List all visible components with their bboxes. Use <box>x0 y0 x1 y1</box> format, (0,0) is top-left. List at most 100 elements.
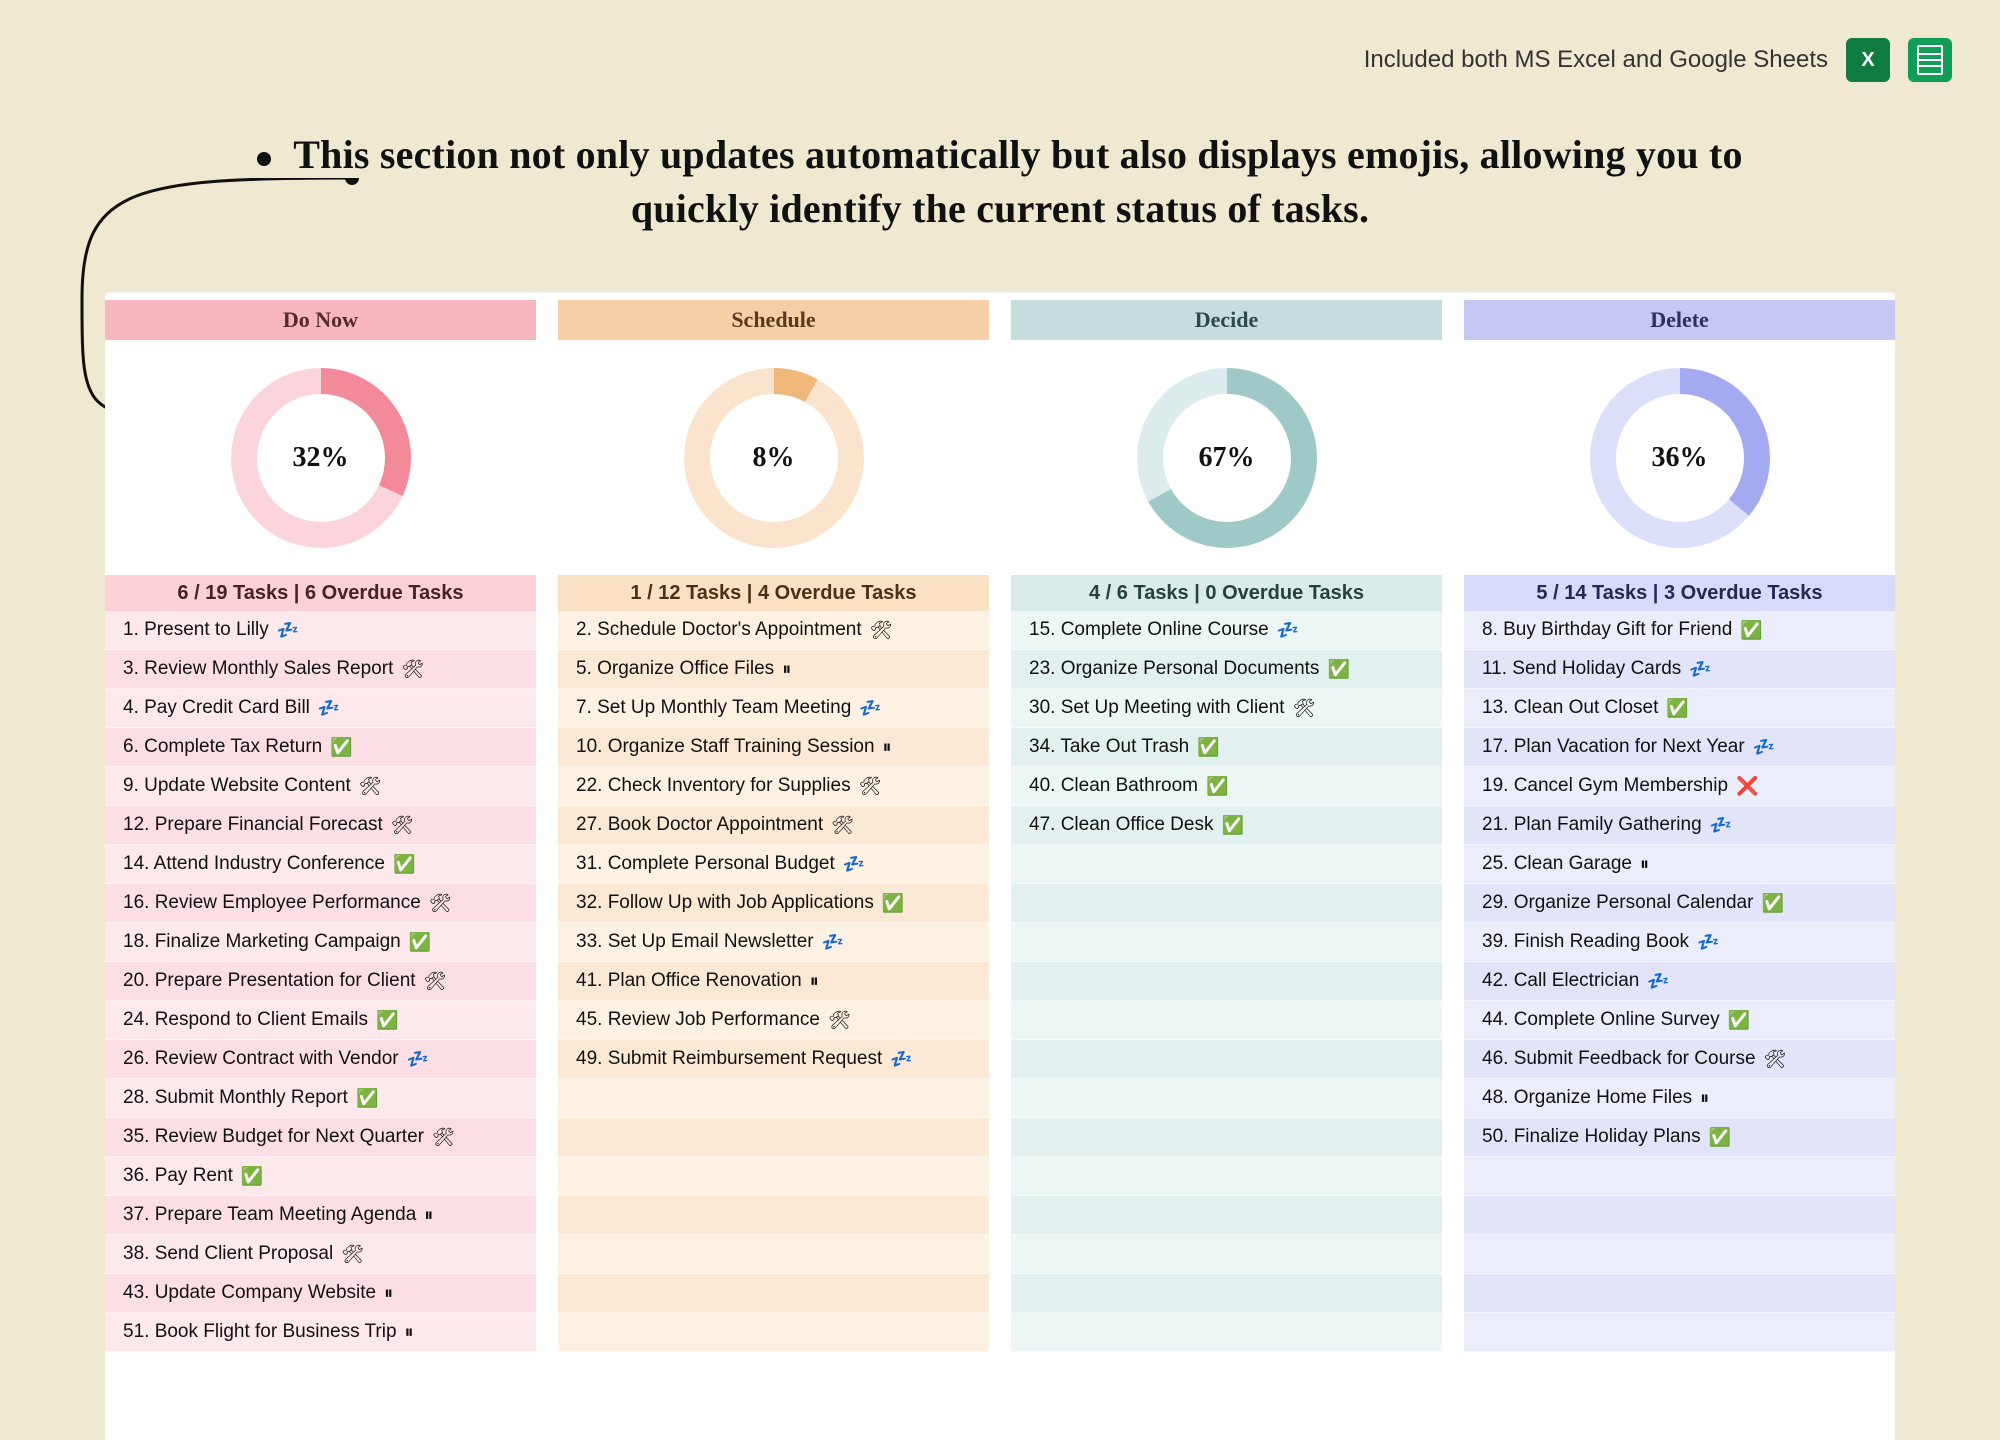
task-row[interactable]: 22. Check Inventory for Supplies 🛠 <box>558 767 989 806</box>
task-row[interactable]: 35. Review Budget for Next Quarter🛠 <box>105 1118 536 1157</box>
task-text: 47. Clean Office Desk <box>1029 814 1213 836</box>
task-row[interactable]: 26. Review Contract with Vendor💤 <box>105 1040 536 1079</box>
task-row[interactable]: 32. Follow Up with Job Applications✅ <box>558 884 989 923</box>
task-row[interactable]: 45. Review Job Performance🛠 <box>558 1001 989 1040</box>
task-row[interactable]: 14. Attend Industry Conference✅ <box>105 845 536 884</box>
task-list: 15. Complete Online Course💤23. Organize … <box>1011 611 1442 1440</box>
pause-icon: ⏸ <box>424 1205 433 1226</box>
task-text: 18. Finalize Marketing Campaign <box>123 931 401 953</box>
task-row <box>558 1313 989 1352</box>
task-row <box>1011 884 1442 923</box>
task-row[interactable]: 33. Set Up Email Newsletter💤 <box>558 923 989 962</box>
task-text: 4. Pay Credit Card Bill <box>123 697 310 719</box>
task-row[interactable]: 34. Take Out Trash✅ <box>1011 728 1442 767</box>
task-row <box>1464 1313 1895 1352</box>
task-text: 6. Complete Tax Return <box>123 736 322 758</box>
task-row[interactable]: 27. Book Doctor Appointment🛠 <box>558 806 989 845</box>
task-row[interactable]: 48. Organize Home Files ⏸ <box>1464 1079 1895 1118</box>
task-row[interactable]: 42. Call Electrician💤 <box>1464 962 1895 1001</box>
task-row[interactable]: 38. Send Client Proposal🛠 <box>105 1235 536 1274</box>
task-row[interactable]: 29. Organize Personal Calendar✅ <box>1464 884 1895 923</box>
task-text: 31. Complete Personal Budget <box>576 853 835 875</box>
topbar: Included both MS Excel and Google Sheets… <box>1364 38 1952 82</box>
task-text: 3. Review Monthly Sales Report <box>123 658 393 680</box>
task-row[interactable]: 6. Complete Tax Return✅ <box>105 728 536 767</box>
task-row[interactable]: 23. Organize Personal Documents✅ <box>1011 650 1442 689</box>
tools-icon: 🛠 <box>1764 1049 1787 1070</box>
task-row[interactable]: 12. Prepare Financial Forecast🛠 <box>105 806 536 845</box>
check-icon: ✅ <box>1197 737 1219 758</box>
task-row[interactable]: 19. Cancel Gym Membership ❌ <box>1464 767 1895 806</box>
task-row[interactable]: 20. Prepare Presentation for Client🛠 <box>105 962 536 1001</box>
task-row[interactable]: 18. Finalize Marketing Campaign✅ <box>105 923 536 962</box>
task-list: 8. Buy Birthday Gift for Friend✅11. Send… <box>1464 611 1895 1440</box>
task-list: 2. Schedule Doctor's Appointment🛠5. Orga… <box>558 611 989 1440</box>
task-row[interactable]: 10. Organize Staff Training Session⏸ <box>558 728 989 767</box>
task-row[interactable]: 7. Set Up Monthly Team Meeting💤 <box>558 689 989 728</box>
task-text: 42. Call Electrician <box>1482 970 1639 992</box>
task-row <box>1464 1274 1895 1313</box>
check-icon: ✅ <box>241 1166 263 1187</box>
task-row[interactable]: 31. Complete Personal Budget💤 <box>558 845 989 884</box>
task-text: 41. Plan Office Renovation <box>576 970 802 992</box>
task-row[interactable]: 16. Review Employee Performance🛠 <box>105 884 536 923</box>
task-row[interactable]: 17. Plan Vacation for Next Year💤 <box>1464 728 1895 767</box>
task-row[interactable]: 50. Finalize Holiday Plans✅ <box>1464 1118 1895 1157</box>
task-list: 1. Present to Lilly💤3. Review Monthly Sa… <box>105 611 536 1440</box>
task-row[interactable]: 43. Update Company Website⏸ <box>105 1274 536 1313</box>
task-row[interactable]: 41. Plan Office Renovation⏸ <box>558 962 989 1001</box>
task-row[interactable]: 39. Finish Reading Book💤 <box>1464 923 1895 962</box>
task-row[interactable]: 4. Pay Credit Card Bill💤 <box>105 689 536 728</box>
task-row[interactable]: 28. Submit Monthly Report✅ <box>105 1079 536 1118</box>
sleep-icon: 💤 <box>277 620 299 641</box>
check-icon: ✅ <box>1666 698 1688 719</box>
task-text: 22. Check Inventory for Supplies <box>576 775 851 797</box>
task-row[interactable]: 47. Clean Office Desk✅ <box>1011 806 1442 845</box>
task-row[interactable]: 51. Book Flight for Business Trip⏸ <box>105 1313 536 1352</box>
tools-icon: 🛠 <box>859 776 882 797</box>
task-row[interactable]: 36. Pay Rent✅ <box>105 1157 536 1196</box>
task-row[interactable]: 37. Prepare Team Meeting Agenda⏸ <box>105 1196 536 1235</box>
task-text: 5. Organize Office Files <box>576 658 774 680</box>
sleep-icon: 💤 <box>1689 659 1711 680</box>
task-row[interactable]: 8. Buy Birthday Gift for Friend✅ <box>1464 611 1895 650</box>
column-header: Decide <box>1011 300 1442 340</box>
task-text: 39. Finish Reading Book <box>1482 931 1689 953</box>
task-text: 2. Schedule Doctor's Appointment <box>576 619 862 641</box>
task-text: 48. Organize Home Files <box>1482 1087 1692 1109</box>
column-do-now: Do Now32%6 / 19 Tasks | 6 Overdue Tasks1… <box>105 300 536 1440</box>
task-row[interactable]: 46. Submit Feedback for Course🛠 <box>1464 1040 1895 1079</box>
task-row <box>1011 1235 1442 1274</box>
check-icon: ✅ <box>1728 1010 1750 1031</box>
task-row[interactable]: 3. Review Monthly Sales Report🛠 <box>105 650 536 689</box>
task-row[interactable]: 44. Complete Online Survey✅ <box>1464 1001 1895 1040</box>
task-row[interactable]: 11. Send Holiday Cards💤 <box>1464 650 1895 689</box>
pause-icon: ⏸ <box>883 737 892 758</box>
task-text: 19. Cancel Gym Membership <box>1482 775 1728 797</box>
task-text: 20. Prepare Presentation for Client <box>123 970 416 992</box>
task-row[interactable]: 5. Organize Office Files⏸ <box>558 650 989 689</box>
task-row <box>1011 1118 1442 1157</box>
column-stats: 4 / 6 Tasks | 0 Overdue Tasks <box>1011 575 1442 611</box>
task-text: 24. Respond to Client Emails <box>123 1009 368 1031</box>
column-header: Schedule <box>558 300 989 340</box>
task-row[interactable]: 24. Respond to Client Emails✅ <box>105 1001 536 1040</box>
task-text: 32. Follow Up with Job Applications <box>576 892 874 914</box>
task-row[interactable]: 21. Plan Family Gathering💤 <box>1464 806 1895 845</box>
task-row[interactable]: 13. Clean Out Closet✅ <box>1464 689 1895 728</box>
task-row[interactable]: 49. Submit Reimbursement Request💤 <box>558 1040 989 1079</box>
task-row[interactable]: 15. Complete Online Course💤 <box>1011 611 1442 650</box>
task-text: 26. Review Contract with Vendor <box>123 1048 399 1070</box>
task-row[interactable]: 40. Clean Bathroom✅ <box>1011 767 1442 806</box>
task-row <box>558 1118 989 1157</box>
donut-chart: 8% <box>558 340 989 575</box>
tools-icon: 🛠 <box>1293 698 1316 719</box>
cross-icon: ❌ <box>1736 776 1758 797</box>
task-row[interactable]: 30. Set Up Meeting with Client🛠 <box>1011 689 1442 728</box>
task-text: 43. Update Company Website <box>123 1282 376 1304</box>
pause-icon: ⏸ <box>1700 1088 1709 1109</box>
task-row[interactable]: 1. Present to Lilly💤 <box>105 611 536 650</box>
task-row[interactable]: 25. Clean Garage⏸ <box>1464 845 1895 884</box>
task-row[interactable]: 9. Update Website Content🛠 <box>105 767 536 806</box>
task-row[interactable]: 2. Schedule Doctor's Appointment🛠 <box>558 611 989 650</box>
